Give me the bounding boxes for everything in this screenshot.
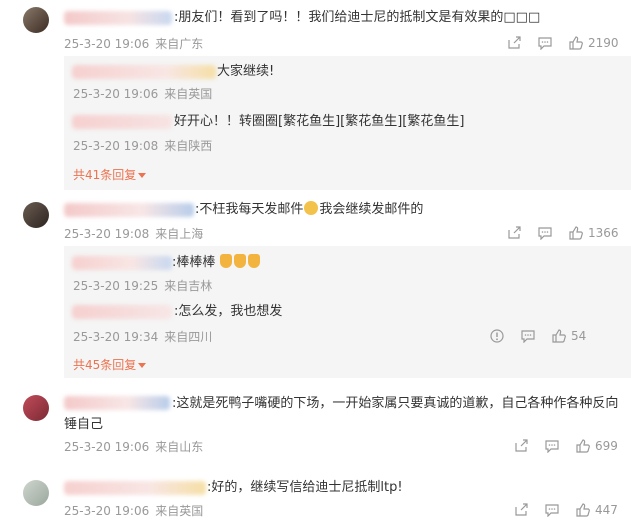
reply-location: 来自四川 bbox=[164, 330, 213, 344]
like-count: 447 bbox=[595, 503, 618, 517]
comment-date: 25-3-20 19:06 bbox=[64, 37, 150, 51]
reply-meta: 25-3-20 19:25 来自吉林 bbox=[73, 277, 218, 294]
comment-1: :朋友们！看到了吗！！我们给迪士尼的抵制文是有效果的□□□ 25-3-20 19… bbox=[0, 0, 631, 190]
like-count: 54 bbox=[571, 329, 587, 343]
reply-location: 来自吉林 bbox=[164, 279, 213, 293]
thumbs-up-icon[interactable] bbox=[569, 226, 583, 240]
reply-date: 25-3-20 19:08 bbox=[73, 139, 159, 153]
comment-icon[interactable] bbox=[545, 503, 559, 517]
thumbs-up-icon[interactable] bbox=[552, 329, 566, 343]
reply-date: 25-3-20 19:25 bbox=[73, 279, 159, 293]
thumbs-up-icon[interactable] bbox=[576, 503, 590, 517]
chevron-down-icon bbox=[138, 363, 147, 368]
reply-actions: 54 bbox=[490, 328, 586, 344]
username-blurred[interactable] bbox=[64, 203, 194, 217]
comment-3: :这就是死鸭子嘴硬的下场，一开始家属只要真诚的道歉，自己各种作各种反向锤自己 2… bbox=[0, 388, 631, 454]
comment-text-part: :不枉我每天发邮件 bbox=[195, 202, 304, 217]
avatar[interactable] bbox=[23, 7, 49, 33]
comment-icon[interactable] bbox=[538, 36, 552, 50]
comment-icon[interactable] bbox=[538, 226, 552, 240]
chevron-down-icon bbox=[138, 173, 147, 178]
more-replies-link[interactable]: 共45条回复 bbox=[73, 356, 147, 373]
comment-location: 来自英国 bbox=[155, 504, 204, 518]
username-blurred[interactable] bbox=[72, 305, 172, 319]
reply-text: :怎么发，我也想发 bbox=[174, 304, 283, 319]
comment-text: :朋友们！看到了吗！！我们给迪士尼的抵制文是有效果的□□□ bbox=[174, 10, 541, 25]
comment-location: 来自山东 bbox=[155, 440, 204, 454]
report-icon[interactable] bbox=[490, 329, 504, 343]
more-replies-label: 共41条回复 bbox=[73, 168, 137, 182]
comment-text-part: 我会继续发邮件的 bbox=[319, 202, 424, 217]
username-blurred[interactable] bbox=[72, 256, 172, 270]
thumbs-up-icon[interactable] bbox=[576, 439, 590, 453]
comment-text: :这就是死鸭子嘴硬的下场，一开始家属只要真诚的道歉，自己各种作各种反向锤自己 bbox=[64, 396, 619, 432]
reply-meta: 25-3-20 19:34 来自四川 bbox=[73, 328, 218, 345]
avatar[interactable] bbox=[23, 395, 49, 421]
reply-location: 来自英国 bbox=[164, 87, 213, 101]
reply-location: 来自陕西 bbox=[164, 139, 213, 153]
more-replies-link[interactable]: 共41条回复 bbox=[73, 166, 147, 183]
comment-meta: 25-3-20 19:06 来自山东 bbox=[64, 438, 209, 455]
reply-text: 好开心！！转圈圈[繁花鱼生][繁花鱼生][繁花鱼生] bbox=[174, 114, 465, 129]
comment-2: :不枉我每天发邮件 我会继续发邮件的 25-3-20 19:08 来自上海 1366… bbox=[0, 194, 631, 378]
username-blurred[interactable] bbox=[72, 115, 172, 129]
comment-location: 来自上海 bbox=[155, 227, 204, 241]
username-blurred[interactable] bbox=[64, 481, 206, 495]
comment-actions: 447 bbox=[514, 502, 618, 518]
reply-date: 25-3-20 19:34 bbox=[73, 330, 159, 344]
comment-actions: 699 bbox=[514, 438, 618, 454]
share-icon[interactable] bbox=[514, 439, 528, 453]
more-replies-label: 共45条回复 bbox=[73, 358, 137, 372]
thumbs-up-emoji-icon bbox=[233, 254, 246, 268]
comment-actions: 1366 bbox=[507, 225, 619, 241]
reply-meta: 25-3-20 19:06 来自英国 bbox=[73, 85, 218, 102]
comment-date: 25-3-20 19:08 bbox=[64, 227, 150, 241]
username-blurred[interactable] bbox=[72, 65, 216, 79]
like-count: 2190 bbox=[588, 36, 619, 50]
like-count: 1366 bbox=[588, 226, 619, 240]
comment-date: 25-3-20 19:06 bbox=[64, 504, 150, 518]
reply-date: 25-3-20 19:06 bbox=[73, 87, 159, 101]
comment-4: :好的，继续写信给迪士尼抵制ltp! 25-3-20 19:06 来自英国 447 bbox=[0, 474, 631, 529]
comment-text: :不枉我每天发邮件 我会继续发邮件的 bbox=[195, 201, 423, 219]
reply-text: :棒棒棒 bbox=[172, 254, 262, 272]
reply-meta: 25-3-20 19:08 来自陕西 bbox=[73, 137, 218, 154]
comment-icon[interactable] bbox=[521, 329, 535, 343]
avatar[interactable] bbox=[23, 480, 49, 506]
thumbs-up-icon[interactable] bbox=[569, 36, 583, 50]
comment-meta: 25-3-20 19:06 来自广东 bbox=[64, 35, 209, 52]
reply-text: 大家继续! bbox=[217, 64, 275, 79]
comment-actions: 2190 bbox=[507, 35, 619, 51]
comment-date: 25-3-20 19:06 bbox=[64, 440, 150, 454]
share-icon[interactable] bbox=[507, 36, 521, 50]
comment-location: 来自广东 bbox=[155, 37, 204, 51]
comment-icon[interactable] bbox=[545, 439, 559, 453]
reply-text-part: :棒棒棒 bbox=[172, 255, 216, 270]
thumbs-up-emoji-icon bbox=[219, 254, 232, 268]
comment-text: :好的，继续写信给迪士尼抵制ltp! bbox=[207, 480, 403, 495]
crying-face-icon bbox=[304, 201, 319, 215]
share-icon[interactable] bbox=[514, 503, 528, 517]
share-icon[interactable] bbox=[507, 226, 521, 240]
username-blurred[interactable] bbox=[64, 11, 172, 25]
comment-meta: 25-3-20 19:08 来自上海 bbox=[64, 225, 209, 242]
thumbs-up-emoji-icon bbox=[247, 254, 260, 268]
comment-meta: 25-3-20 19:06 来自英国 bbox=[64, 502, 209, 519]
like-count: 699 bbox=[595, 439, 618, 453]
avatar[interactable] bbox=[23, 202, 49, 228]
